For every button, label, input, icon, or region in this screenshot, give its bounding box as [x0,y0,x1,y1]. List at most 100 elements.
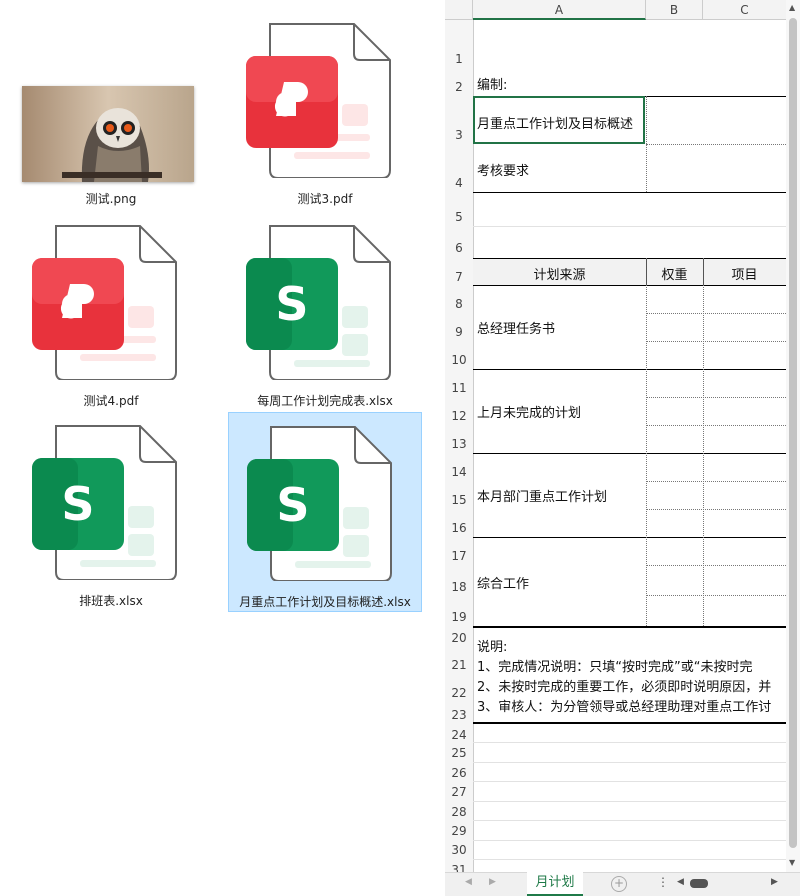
cell-a14[interactable]: 本月部门重点工作计划 [477,486,607,505]
row-header[interactable]: 27 [445,785,473,801]
spreadsheet-file-icon: S [247,426,392,581]
row-header[interactable]: 23 [445,708,473,724]
spreadsheet-file-icon: S [32,425,177,580]
file-name: 测试4.pdf [83,394,139,408]
vertical-scrollbar[interactable]: ▲ ▼ [786,0,800,872]
file-name: 月重点工作计划及目标概述.xlsx [239,595,411,609]
row-header[interactable]: 31 [445,863,473,872]
row-header[interactable]: 15 [445,493,473,509]
row-header[interactable]: 29 [445,824,473,840]
cell-c7[interactable]: 项目 [703,264,786,283]
row-header[interactable]: 26 [445,766,473,782]
next-sheet-arrow-icon[interactable]: ▶ [489,877,496,887]
row-header[interactable]: 20 [445,631,473,647]
sheet-tab-bar: ◀ ▶ 月计划 + ⋮ ◀ ▶ [445,872,800,896]
cell-a4[interactable]: 考核要求 [477,160,529,179]
notes-block: 说明: 1、完成情况说明：只填“按时完成”或“未按时完 2、未按时完成的重要工作… [473,630,786,722]
plus-circle-icon[interactable]: + [611,876,627,892]
row-header[interactable]: 7 [445,270,473,286]
column-header-b[interactable]: B [646,0,703,20]
row-header[interactable]: 11 [445,381,473,397]
row-header[interactable]: 24 [445,728,473,744]
row-header[interactable]: 4 [445,176,473,192]
scroll-right-arrow-icon[interactable]: ▶ [771,877,778,887]
cell-a3[interactable]: 月重点工作计划及目标概述 [477,113,633,132]
spreadsheet-file-icon: S [246,225,391,380]
row-header[interactable]: 18 [445,580,473,596]
row-header[interactable]: 17 [445,549,473,565]
more-options-icon[interactable]: ⋮ [657,875,669,889]
column-header-c[interactable]: C [703,0,786,20]
cell-b7[interactable]: 权重 [646,264,703,283]
svg-text:S: S [61,477,94,531]
file-item-monthly-plan-xlsx[interactable]: S 月重点工作计划及目标概述.xlsx [228,412,422,612]
scrollbar-thumb[interactable] [789,18,797,848]
scroll-left-arrow-icon[interactable]: ◀ [677,877,684,887]
dotted-border [646,481,786,482]
row-header[interactable]: 1 [445,52,473,68]
row-header[interactable]: 8 [445,297,473,313]
row-header[interactable]: 28 [445,805,473,821]
row-header[interactable]: 3 [445,128,473,144]
row-header[interactable]: 5 [445,210,473,226]
svg-text:S: S [275,277,308,331]
border-line [473,453,786,454]
row-header[interactable]: 22 [445,686,473,702]
dotted-border [646,425,786,426]
gridline [473,762,786,763]
row-header[interactable]: 14 [445,465,473,481]
file-item-test3-pdf[interactable]: 测试3.pdf [228,12,422,212]
dotted-border [646,509,786,510]
row-header[interactable]: 13 [445,437,473,453]
row-header[interactable]: 19 [445,610,473,626]
file-name: 每周工作计划完成表.xlsx [257,394,393,408]
row-header[interactable]: 6 [445,241,473,257]
cell-a20[interactable]: 说明: [477,636,507,655]
row-header[interactable]: 16 [445,521,473,537]
dotted-border [646,144,786,145]
gridline [473,801,786,802]
file-item-test-png[interactable]: 测试.png [14,12,208,212]
file-item-weekly-plan-xlsx[interactable]: S 每周工作计划完成表.xlsx [228,214,422,414]
gridline [473,820,786,821]
dotted-border [646,595,786,596]
row-header[interactable]: 21 [445,658,473,674]
select-all-corner[interactable] [445,0,473,20]
dotted-border [646,397,786,398]
row-header[interactable]: 25 [445,746,473,762]
cell-a7[interactable]: 计划来源 [473,264,646,283]
spreadsheet-preview[interactable]: A B C 1 2 3 4 5 6 7 8 9 10 11 12 13 14 1… [445,0,800,896]
file-item-schedule-xlsx[interactable]: S 排班表.xlsx [14,414,208,614]
row-header[interactable]: 12 [445,409,473,425]
cell-a21[interactable]: 1、完成情况说明：只填“按时完成”或“未按时完 [477,656,752,675]
file-item-test4-pdf[interactable]: 测试4.pdf [14,214,208,414]
sheet-tab-monthly-plan[interactable]: 月计划 [527,872,583,896]
row-header[interactable]: 2 [445,80,473,96]
scroll-down-arrow-icon[interactable]: ▼ [789,858,795,867]
dotted-border [646,96,647,192]
border-line [473,722,786,724]
cell-a8[interactable]: 总经理任务书 [477,318,555,337]
border-line [473,626,786,628]
row-header[interactable]: 9 [445,325,473,341]
gridline [473,781,786,782]
border-line [473,285,786,286]
file-name: 测试3.pdf [297,192,353,206]
row-header[interactable]: 10 [445,353,473,369]
owl-photo-thumbnail [22,86,194,182]
horizontal-scroll-thumb[interactable] [690,879,708,888]
cell-a11[interactable]: 上月未完成的计划 [477,402,581,421]
row-header[interactable]: 30 [445,843,473,859]
cell-a23[interactable]: 3、审核人：为分管领导或总经理助理对重点工作讨 [477,696,771,715]
prev-sheet-arrow-icon[interactable]: ◀ [465,877,472,887]
svg-text:S: S [276,478,309,532]
pdf-file-icon [32,225,177,380]
file-name: 测试.png [85,192,137,206]
cell-a22[interactable]: 2、未按时完成的重要工作，必须即时说明原因，并 [477,676,771,695]
cell-a17[interactable]: 综合工作 [477,573,529,592]
column-header-a[interactable]: A [473,0,646,20]
gridline [473,226,786,227]
scroll-up-arrow-icon[interactable]: ▲ [789,3,795,12]
cell-a2[interactable]: 编制: [477,74,507,93]
pdf-file-icon [246,23,391,178]
